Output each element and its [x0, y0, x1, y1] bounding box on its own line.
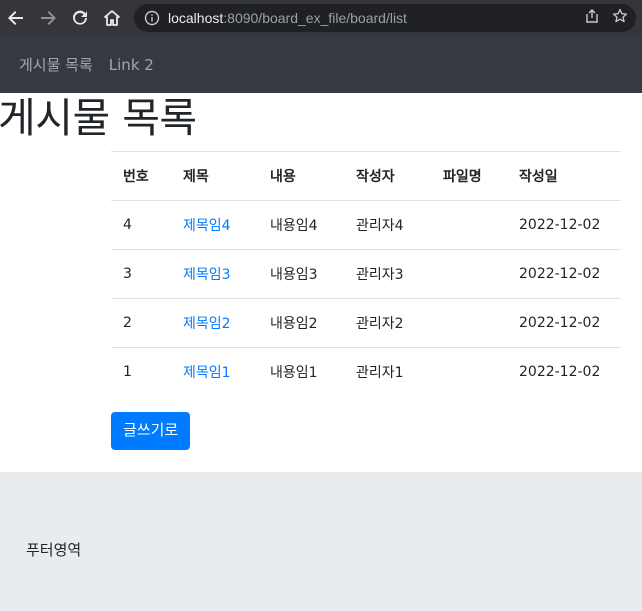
cell-date: 2022-12-02	[507, 298, 621, 348]
cell-no: 4	[111, 200, 171, 250]
cell-content: 내용임3	[258, 249, 344, 299]
cell-title: 제목임4	[171, 200, 258, 250]
header-date: 작성일	[507, 151, 621, 202]
table-row: 2 제목임2 내용임2 관리자2 2022-12-02	[111, 298, 621, 348]
site-navbar: 게시물 목록 Link 2	[0, 36, 642, 93]
header-writer: 작성자	[344, 151, 431, 202]
url-host: localhost	[168, 10, 224, 26]
cell-filename	[431, 200, 507, 250]
forward-icon[interactable]	[32, 0, 64, 36]
cell-title: 제목임1	[171, 347, 258, 397]
page-footer: 푸터영역	[0, 472, 642, 611]
header-filename: 파일명	[431, 151, 507, 202]
browser-toolbar: localhost:8090/board_ex_file/board/list	[0, 0, 642, 36]
header-no: 번호	[111, 151, 171, 202]
table-header-row: 번호 제목 내용 작성자 파일명 작성일	[111, 151, 621, 202]
cell-title: 제목임2	[171, 298, 258, 348]
cell-no: 1	[111, 347, 171, 397]
cell-filename	[431, 249, 507, 299]
post-title-link[interactable]: 제목임1	[183, 365, 231, 381]
site-info-icon[interactable]	[144, 10, 160, 26]
home-icon[interactable]	[96, 0, 128, 36]
board-table: 번호 제목 내용 작성자 파일명 작성일 4 제목임4 내용임4 관리자4 20…	[111, 151, 621, 397]
bookmark-star-icon[interactable]	[612, 8, 628, 28]
nav-link-2[interactable]: Link 2	[109, 56, 154, 74]
page-title: 게시물 목록	[0, 94, 197, 142]
table-row: 4 제목임4 내용임4 관리자4 2022-12-02	[111, 200, 621, 250]
cell-writer: 관리자2	[344, 298, 431, 348]
url-text: localhost:8090/board_ex_file/board/list	[168, 10, 407, 26]
post-title-link[interactable]: 제목임4	[183, 218, 231, 234]
nav-link-board-list[interactable]: 게시물 목록	[19, 54, 93, 75]
cell-date: 2022-12-02	[507, 347, 621, 397]
cell-content: 내용임2	[258, 298, 344, 348]
cell-date: 2022-12-02	[507, 249, 621, 299]
post-title-link[interactable]: 제목임2	[183, 316, 231, 332]
cell-filename	[431, 347, 507, 397]
table-row: 1 제목임1 내용임1 관리자1 2022-12-02	[111, 347, 621, 397]
reload-icon[interactable]	[64, 0, 96, 36]
footer-text: 푸터영역	[26, 541, 82, 559]
header-content: 내용	[258, 151, 344, 202]
share-icon[interactable]	[584, 8, 600, 28]
url-path: :8090/board_ex_file/board/list	[223, 10, 407, 26]
cell-writer: 관리자1	[344, 347, 431, 397]
header-title: 제목	[171, 151, 258, 202]
back-icon[interactable]	[0, 0, 32, 36]
cell-no: 2	[111, 298, 171, 348]
cell-date: 2022-12-02	[507, 200, 621, 250]
cell-title: 제목임3	[171, 249, 258, 299]
cell-no: 3	[111, 249, 171, 299]
cell-writer: 관리자3	[344, 249, 431, 299]
post-title-link[interactable]: 제목임3	[183, 267, 231, 283]
cell-content: 내용임1	[258, 347, 344, 397]
cell-writer: 관리자4	[344, 200, 431, 250]
board-section: 번호 제목 내용 작성자 파일명 작성일 4 제목임4 내용임4 관리자4 20…	[111, 151, 621, 450]
table-row: 3 제목임3 내용임3 관리자3 2022-12-02	[111, 249, 621, 299]
address-bar[interactable]: localhost:8090/board_ex_file/board/list	[134, 4, 636, 32]
cell-content: 내용임4	[258, 200, 344, 250]
write-post-button[interactable]: 글쓰기로	[111, 411, 191, 450]
cell-filename	[431, 298, 507, 348]
